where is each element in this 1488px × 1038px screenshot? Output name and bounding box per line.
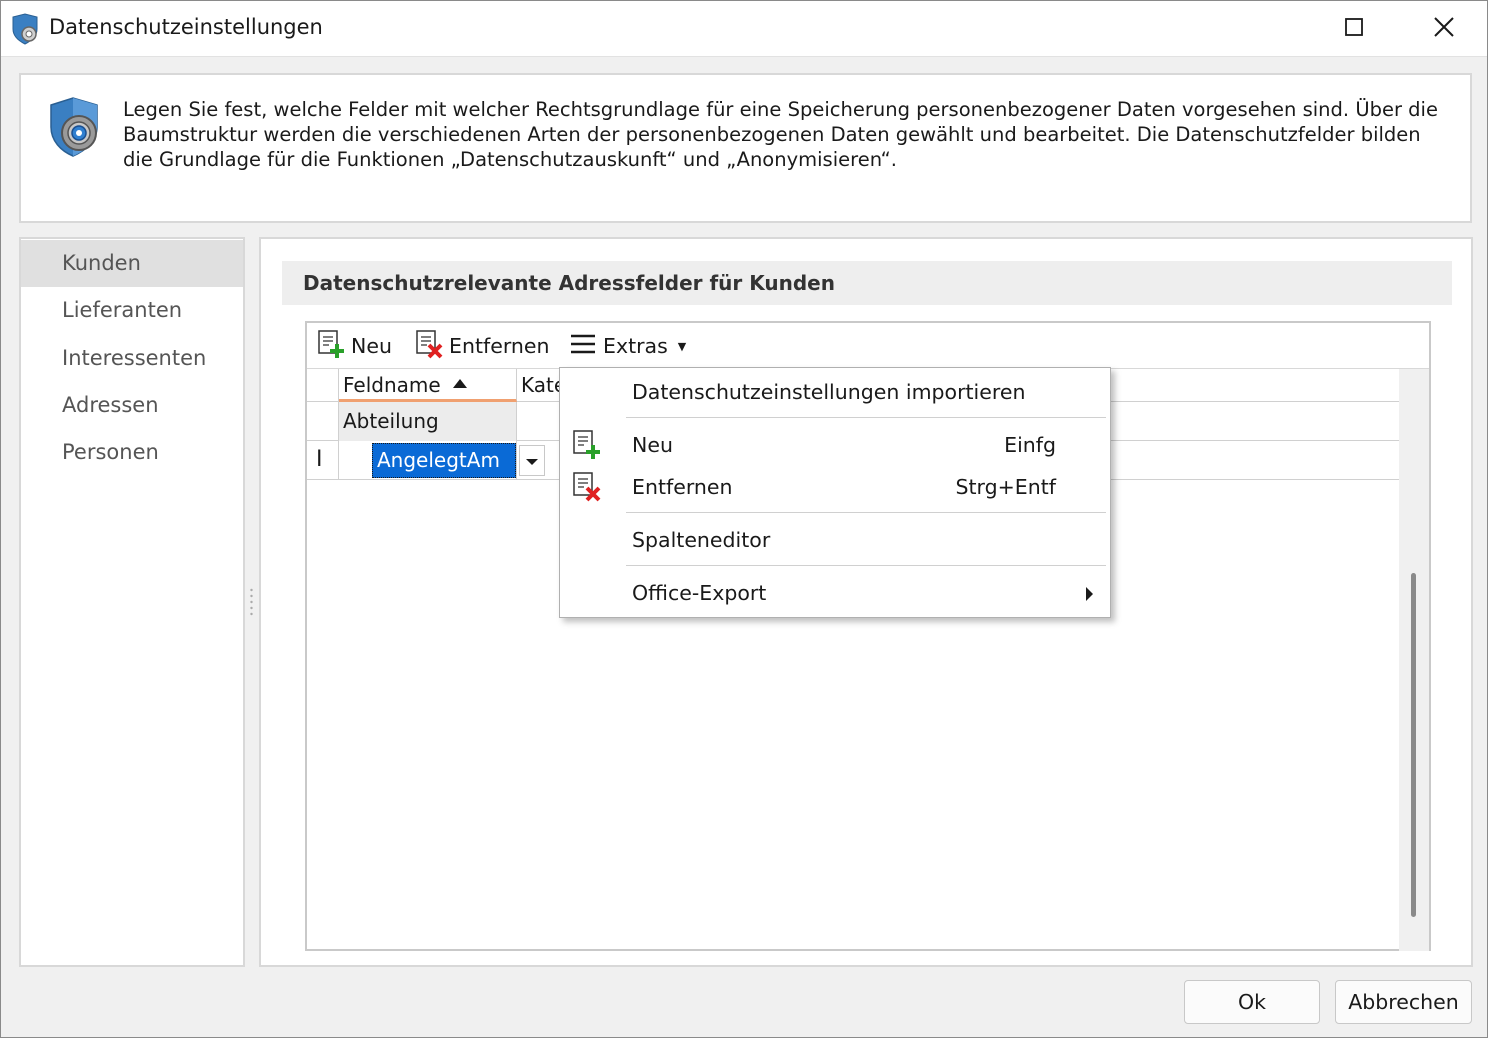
extras-button-label: Extras [603, 334, 668, 358]
remove-button-label: Entfernen [449, 334, 550, 358]
sidebar-item-lieferanten[interactable]: Lieferanten [21, 287, 243, 334]
window-title: Datenschutzeinstellungen [49, 15, 323, 39]
hamburger-menu-icon [569, 332, 597, 361]
shield-gear-icon [45, 95, 105, 159]
grid-toolbar: Neu Entfernen Extras ▼ [307, 323, 1429, 369]
info-panel: Legen Sie fest, welche Felder mit welche… [19, 73, 1472, 223]
title-bar[interactable]: Datenschutzeinstellungen [1, 1, 1487, 57]
cancel-button[interactable]: Abbrechen [1335, 980, 1472, 1024]
maximize-button[interactable] [1309, 1, 1399, 57]
close-icon [1433, 16, 1455, 42]
caret-down-icon: ▼ [677, 339, 687, 353]
menu-item-column-editor[interactable]: Spalteneditor [560, 519, 1110, 561]
splitter-handle[interactable] [249, 587, 254, 617]
sort-ascending-icon [453, 379, 467, 388]
chevron-down-icon [525, 441, 539, 480]
menu-separator [626, 512, 1106, 513]
submenu-arrow-icon [1086, 587, 1093, 601]
menu-separator [626, 565, 1106, 566]
extras-menu-button[interactable]: Extras ▼ [569, 329, 686, 363]
scrollbar-thumb[interactable] [1411, 573, 1416, 917]
edit-cursor-icon: I [316, 447, 323, 472]
sidebar-item-kunden[interactable]: Kunden [21, 240, 243, 287]
category-sidebar: Kunden Lieferanten Interessenten Adresse… [19, 237, 245, 967]
row-indicator [307, 402, 339, 441]
column-header-feldname-label: Feldname [343, 373, 441, 397]
menu-separator [626, 417, 1106, 418]
menu-item-remove[interactable]: Entfernen Strg+Entf [560, 466, 1110, 508]
row-indicator: I [307, 441, 339, 480]
menu-item-new[interactable]: Neu Einfg [560, 424, 1110, 466]
remove-button[interactable]: Entfernen [415, 329, 549, 363]
sidebar-item-adressen[interactable]: Adressen [21, 382, 243, 429]
menu-item-import-settings[interactable]: Datenschutzeinstellungen importieren [560, 371, 1110, 413]
shield-gear-icon [9, 13, 41, 45]
info-text: Legen Sie fest, welche Felder mit welche… [123, 98, 1438, 171]
sidebar-item-personen[interactable]: Personen [21, 429, 243, 476]
sidebar-item-interessenten[interactable]: Interessenten [21, 335, 243, 382]
dialog-window: Datenschutzeinstellungen Legen Sie fest,… [0, 0, 1488, 1038]
feldname-editor[interactable]: AngelegtAm [372, 443, 516, 478]
menu-item-office-export[interactable]: Office-Export [560, 572, 1110, 614]
feldname-cell[interactable]: Abteilung [339, 402, 517, 441]
shortcut-label: Einfg [1004, 433, 1056, 457]
ok-button[interactable]: Ok [1184, 980, 1320, 1024]
group-title: Datenschutzrelevante Adressfelder für Ku… [282, 261, 1452, 305]
vertical-scrollbar[interactable] [1399, 369, 1429, 951]
shortcut-label: Strg+Entf [955, 475, 1056, 499]
feldname-dropdown-button[interactable] [519, 445, 545, 476]
remove-document-icon [572, 471, 602, 503]
new-button[interactable]: Neu [317, 329, 392, 363]
extras-context-menu: Datenschutzeinstellungen importieren Neu… [559, 367, 1111, 618]
column-header-feldname[interactable]: Feldname [339, 369, 517, 402]
row-indicator-header [307, 369, 339, 402]
maximize-icon [1344, 17, 1364, 41]
remove-document-icon [415, 329, 443, 364]
new-button-label: Neu [351, 334, 392, 358]
add-document-icon [317, 329, 345, 364]
add-document-icon [572, 429, 602, 461]
close-button[interactable] [1399, 1, 1488, 57]
feldname-cell-editing[interactable]: AngelegtAm [339, 441, 545, 480]
